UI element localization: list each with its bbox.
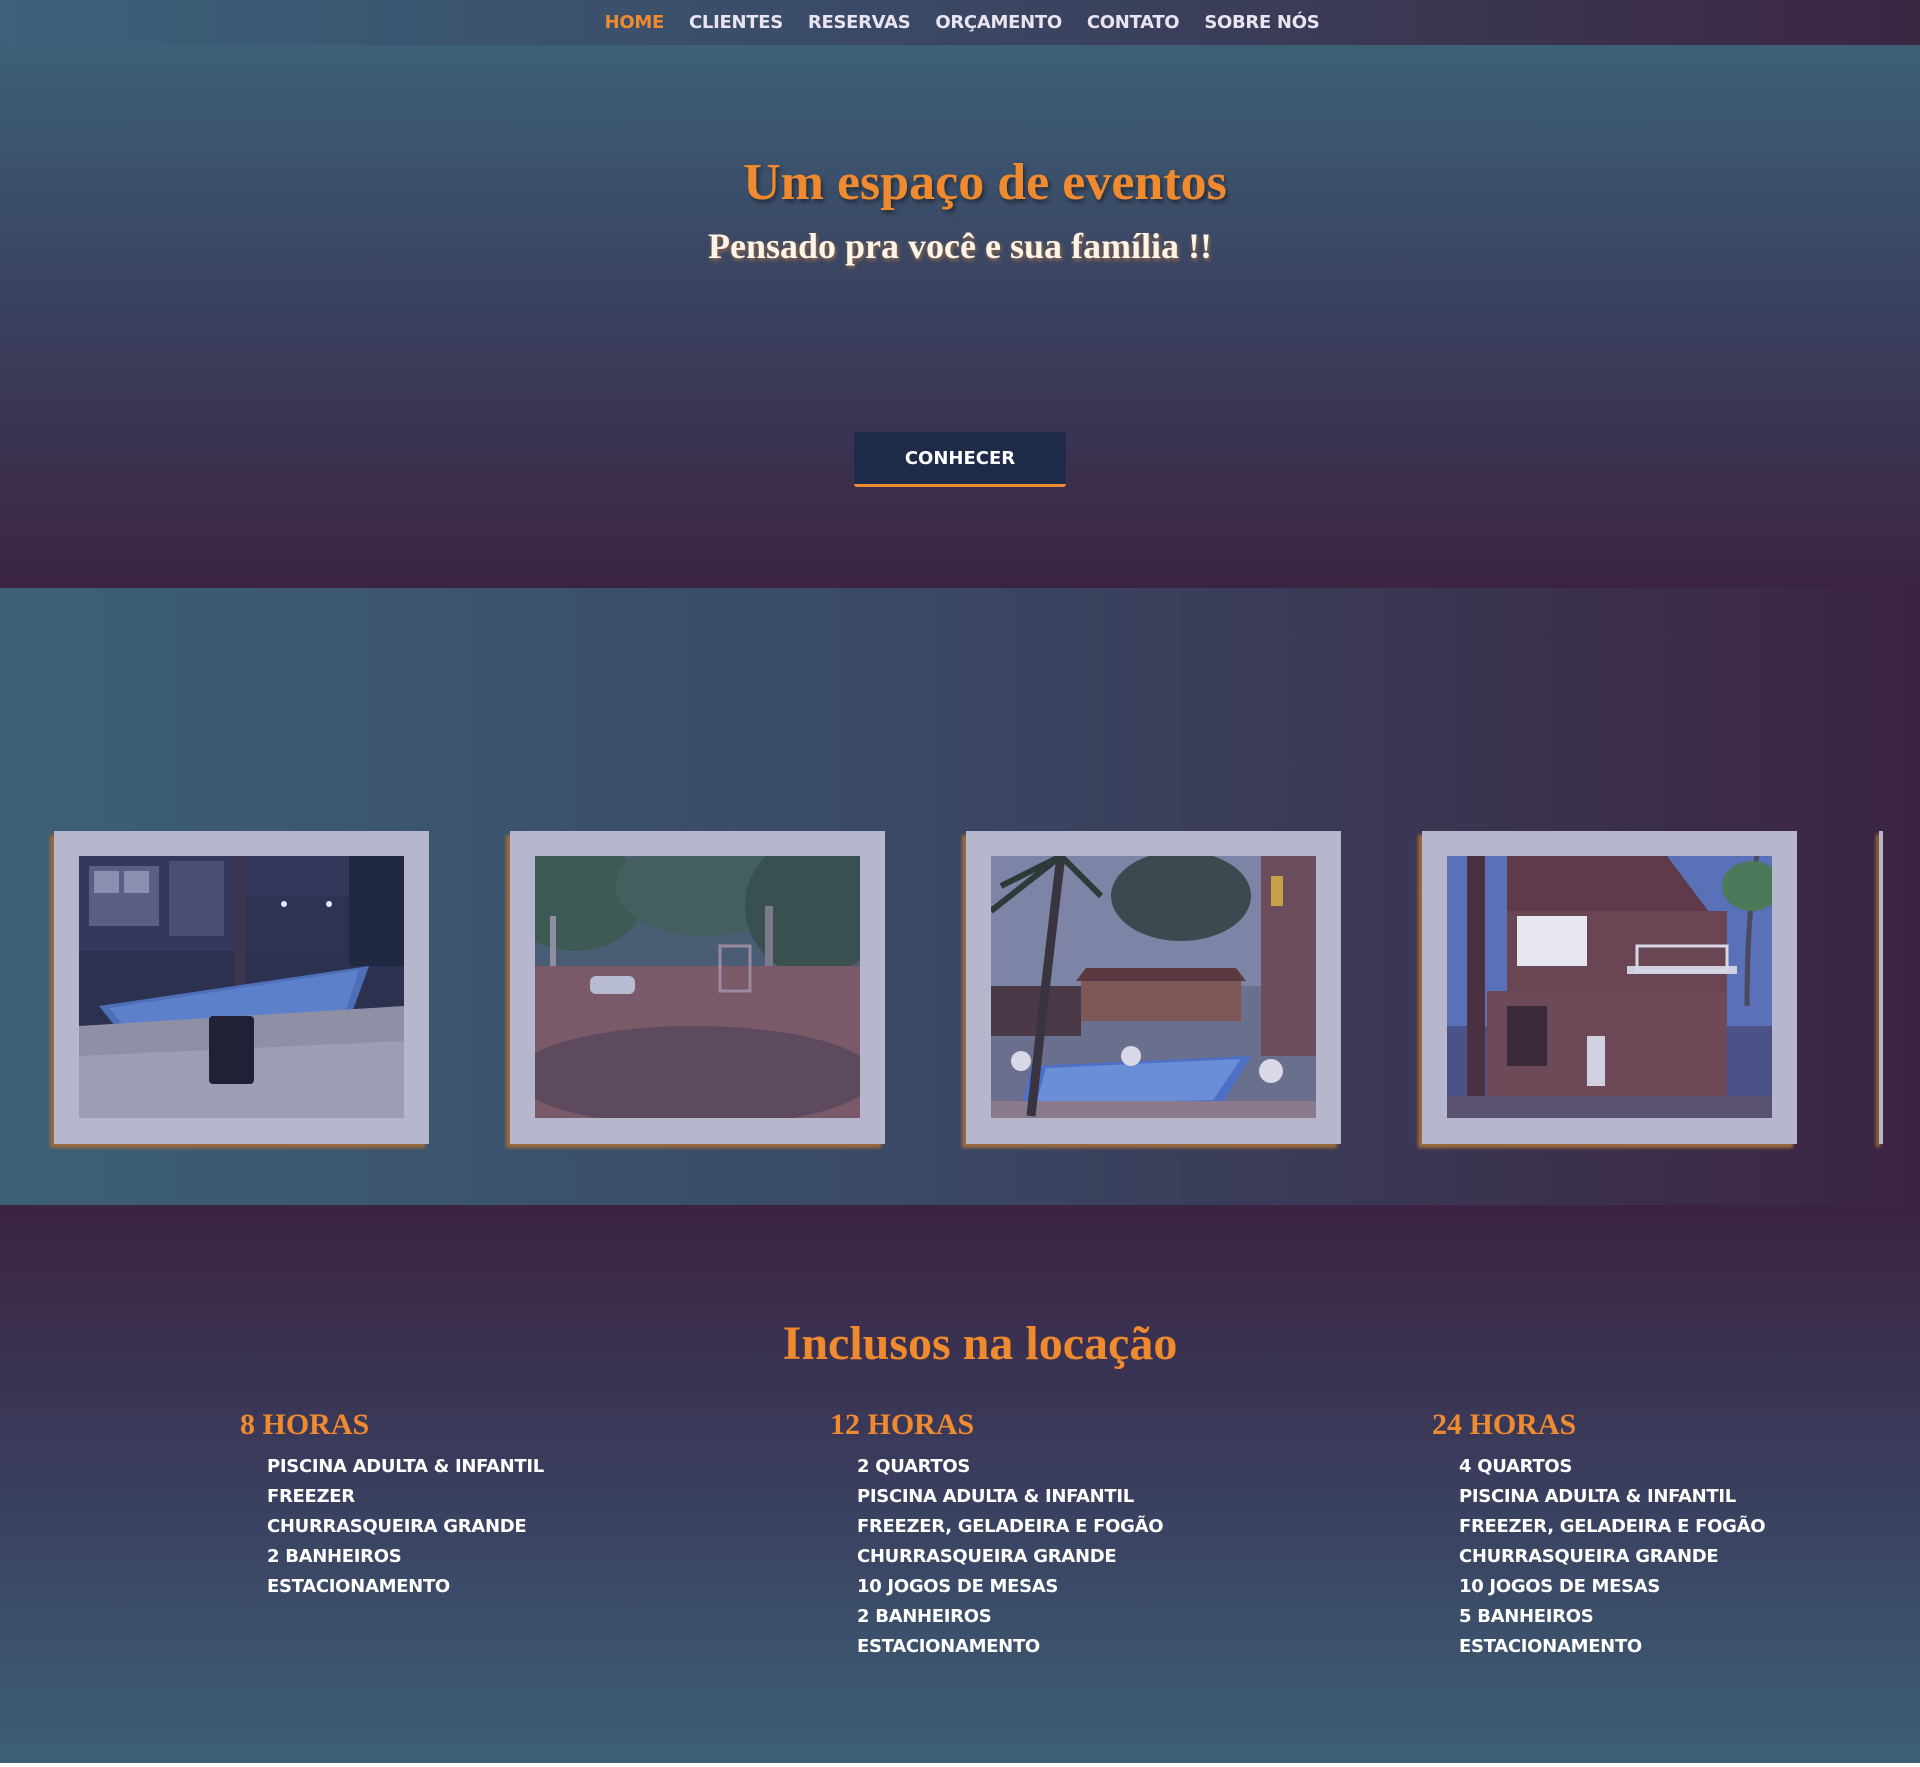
list-item: CHURRASQUEIRA GRANDE (267, 1516, 527, 1537)
pool-at-night-image (79, 856, 404, 1118)
top-navigation: HOME CLIENTES RESERVAS ORÇAMENTO CONTATO… (0, 0, 1920, 45)
list-item: PISCINA ADULTA & INFANTIL (1459, 1486, 1736, 1507)
list-item: CHURRASQUEIRA GRANDE (857, 1546, 1117, 1567)
hero-section: Um espaço de eventos Pensado pra você e … (0, 45, 1920, 588)
list-item: 10 JOGOS DE MESAS (1459, 1576, 1661, 1597)
gallery-photo-2[interactable] (510, 831, 885, 1144)
photo-gallery (0, 588, 1920, 1205)
nav-list: HOME CLIENTES RESERVAS ORÇAMENTO CONTATO… (605, 12, 1320, 33)
plan-items: 2 QUARTOS PISCINA ADULTA & INFANTIL FREE… (830, 1452, 1164, 1662)
list-item: 2 BANHEIROS (857, 1606, 992, 1627)
nav-item-reservas[interactable]: RESERVAS (808, 12, 911, 33)
house-image (1447, 856, 1772, 1118)
list-item: FREEZER, GELADEIRA E FOGÃO (1459, 1516, 1766, 1537)
plan-12-horas: 12 HORAS 2 QUARTOS PISCINA ADULTA & INFA… (830, 1408, 1164, 1662)
pool-with-tables-image (991, 856, 1316, 1118)
list-item: ESTACIONAMENTO (857, 1636, 1040, 1657)
plan-items: PISCINA ADULTA & INFANTIL FREEZER CHURRA… (240, 1452, 544, 1602)
nav-item-contato[interactable]: CONTATO (1087, 12, 1180, 33)
included-section: Inclusos na locação 8 HORAS PISCINA ADUL… (0, 1205, 1920, 1767)
list-item: PISCINA ADULTA & INFANTIL (267, 1456, 544, 1477)
gallery-photo-1[interactable] (54, 831, 429, 1144)
included-title: Inclusos na locação (782, 1317, 1178, 1370)
page-bottom-edge (0, 1763, 1920, 1767)
plan-title: 12 HORAS (830, 1408, 975, 1441)
list-item: CHURRASQUEIRA GRANDE (1459, 1546, 1719, 1567)
hero-subtitle: Pensado pra você e sua família !! (708, 226, 1212, 266)
conhecer-button[interactable]: CONHECER (854, 432, 1066, 487)
list-item: ESTACIONAMENTO (267, 1576, 450, 1597)
plan-title: 8 HORAS (240, 1408, 370, 1441)
hero-title: Um espaço de eventos (743, 154, 1227, 211)
yard-image (535, 856, 860, 1118)
list-item: 5 BANHEIROS (1459, 1606, 1594, 1627)
list-item: FREEZER (267, 1486, 355, 1507)
nav-item-orcamento[interactable]: ORÇAMENTO (935, 12, 1062, 33)
nav-item-home[interactable]: HOME (605, 12, 665, 33)
list-item: ESTACIONAMENTO (1459, 1636, 1642, 1657)
list-item: 2 QUARTOS (857, 1456, 970, 1477)
list-item: 4 QUARTOS (1459, 1456, 1572, 1477)
nav-item-clientes[interactable]: CLIENTES (689, 12, 783, 33)
nav-item-sobre-nos[interactable]: SOBRE NÓS (1204, 12, 1319, 33)
list-item: 10 JOGOS DE MESAS (857, 1576, 1059, 1597)
list-item: PISCINA ADULTA & INFANTIL (857, 1486, 1134, 1507)
plan-24-horas: 24 HORAS 4 QUARTOS PISCINA ADULTA & INFA… (1432, 1408, 1766, 1662)
gallery-photo-3[interactable] (966, 831, 1341, 1144)
gallery-photo-4[interactable] (1422, 831, 1797, 1144)
list-item: 2 BANHEIROS (267, 1546, 402, 1567)
list-item: FREEZER, GELADEIRA E FOGÃO (857, 1516, 1164, 1537)
plan-items: 4 QUARTOS PISCINA ADULTA & INFANTIL FREE… (1432, 1452, 1766, 1662)
gallery-photo-5-partial[interactable] (1879, 831, 1883, 1144)
plan-title: 24 HORAS (1432, 1408, 1577, 1441)
plan-8-horas: 8 HORAS PISCINA ADULTA & INFANTIL FREEZE… (240, 1408, 544, 1602)
